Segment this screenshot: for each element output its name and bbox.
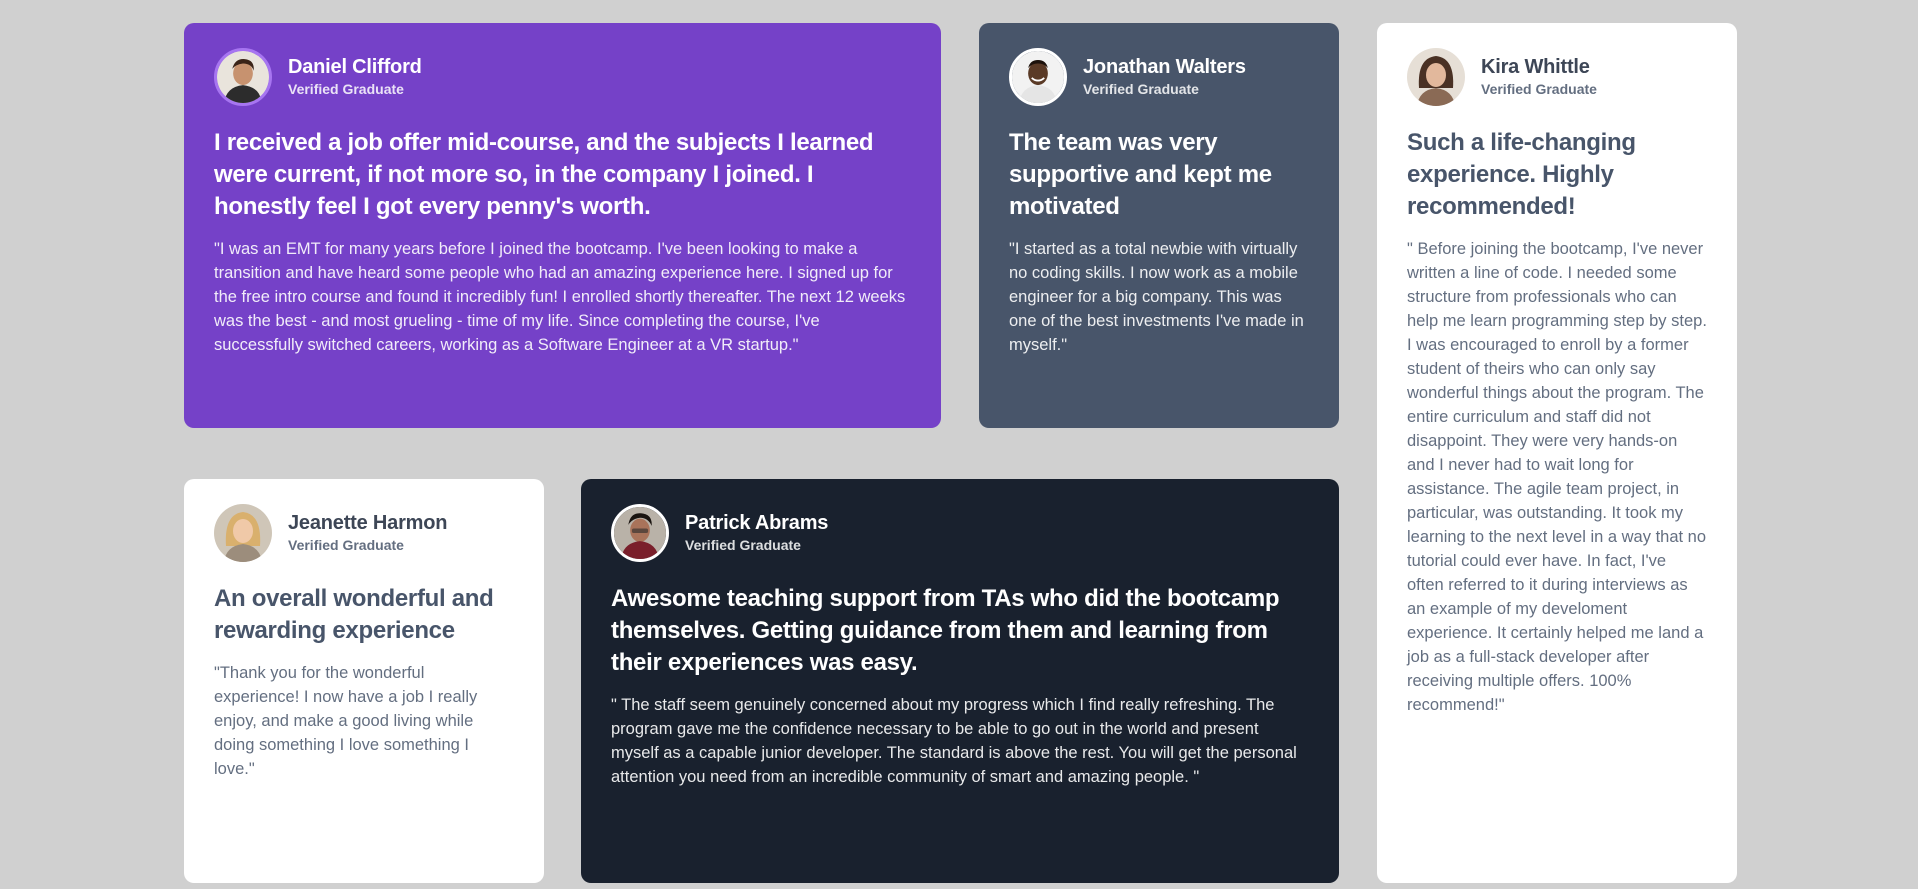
testimonial-header: Jonathan Walters Verified Graduate — [1009, 47, 1309, 107]
author-status: Verified Graduate — [685, 537, 801, 553]
author-name: Daniel Clifford — [288, 56, 422, 78]
author-name: Jonathan Walters — [1083, 56, 1246, 78]
testimonial-quote: " The staff seem genuinely concerned abo… — [611, 696, 1297, 786]
author-status: Verified Graduate — [288, 537, 404, 553]
person-avatar-icon — [214, 504, 272, 562]
testimonial-card-jonathan: Jonathan Walters Verified Graduate The t… — [979, 23, 1339, 428]
author-status: Verified Graduate — [1083, 81, 1199, 97]
testimonial-header: Jeanette Harmon Verified Graduate — [214, 503, 514, 563]
author-name: Jeanette Harmon — [288, 512, 448, 534]
avatar — [611, 504, 669, 562]
testimonial-headline: Such a life-changing experience. Highly … — [1407, 129, 1636, 220]
testimonial-headline: I received a job offer mid-course, and t… — [214, 129, 874, 220]
testimonial-card-patrick: Patrick Abrams Verified Graduate Awesome… — [581, 479, 1339, 883]
testimonial-card-jeanette: Jeanette Harmon Verified Graduate An ove… — [184, 479, 544, 883]
avatar — [214, 504, 272, 562]
person-avatar-icon — [1012, 51, 1064, 103]
testimonials-grid: Daniel Clifford Verified Graduate I rece… — [0, 0, 1918, 889]
person-avatar-icon — [217, 51, 269, 103]
testimonial-headline: An overall wonderful and rewarding exper… — [214, 585, 494, 644]
avatar — [214, 48, 272, 106]
testimonial-headline: The team was very supportive and kept me… — [1009, 129, 1272, 220]
testimonial-quote: "Thank you for the wonderful experience!… — [214, 664, 478, 778]
avatar — [1407, 48, 1465, 106]
testimonial-quote: " Before joining the bootcamp, I've neve… — [1407, 240, 1707, 714]
author-status: Verified Graduate — [1481, 81, 1597, 97]
testimonial-quote: "I started as a total newbie with virtua… — [1009, 240, 1304, 354]
person-avatar-icon — [614, 507, 666, 559]
author-name: Kira Whittle — [1481, 56, 1590, 78]
testimonial-card-kira: Kira Whittle Verified Graduate Such a li… — [1377, 23, 1737, 883]
person-avatar-icon — [1407, 48, 1465, 106]
testimonial-card-daniel: Daniel Clifford Verified Graduate I rece… — [184, 23, 941, 428]
author-name: Patrick Abrams — [685, 512, 829, 534]
testimonial-header: Daniel Clifford Verified Graduate — [214, 47, 911, 107]
author-status: Verified Graduate — [288, 81, 404, 97]
testimonial-quote: "I was an EMT for many years before I jo… — [214, 240, 906, 354]
testimonial-header: Patrick Abrams Verified Graduate — [611, 503, 1309, 563]
testimonial-header: Kira Whittle Verified Graduate — [1407, 47, 1707, 107]
avatar — [1009, 48, 1067, 106]
testimonial-headline: Awesome teaching support from TAs who di… — [611, 585, 1280, 676]
